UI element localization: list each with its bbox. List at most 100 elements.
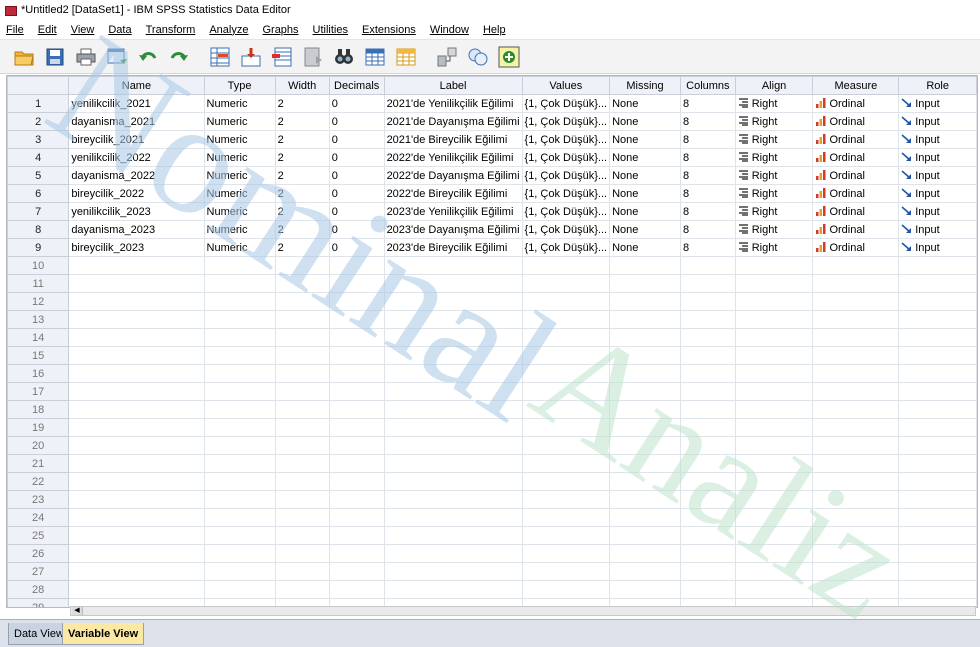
empty-cell[interactable] [609, 274, 681, 293]
cell-label[interactable]: 2023'de Bireycilik Eğilimi [383, 238, 523, 257]
cell-missing[interactable]: None [609, 202, 681, 221]
empty-cell[interactable] [609, 364, 681, 383]
empty-cell[interactable] [383, 580, 523, 599]
empty-cell[interactable] [274, 328, 330, 347]
cell-measure[interactable]: Ordinal [812, 166, 900, 185]
empty-cell[interactable] [203, 256, 276, 275]
cell-label[interactable]: 2023'de Dayanışma Eğilimi [383, 220, 523, 239]
goto-variable-button[interactable] [237, 43, 265, 71]
header-values[interactable]: Values [521, 76, 611, 95]
empty-cell[interactable] [521, 364, 611, 383]
row-number[interactable]: 17 [7, 382, 70, 401]
empty-cell[interactable] [68, 310, 205, 329]
empty-cell[interactable] [679, 580, 736, 599]
menu-analyze[interactable]: Analyze [202, 24, 255, 36]
empty-cell[interactable] [68, 292, 205, 311]
menu-help[interactable]: Help [476, 24, 513, 36]
empty-cell[interactable] [68, 436, 205, 455]
cell-columns[interactable]: 8 [679, 166, 736, 185]
cell-values[interactable]: {1, Çok Düşük}... [521, 238, 611, 257]
cell-measure[interactable]: Ordinal [812, 130, 900, 149]
cell-name[interactable]: dayanisma_2022 [68, 166, 205, 185]
empty-cell[interactable] [679, 328, 736, 347]
empty-cell[interactable] [898, 382, 977, 401]
empty-cell[interactable] [203, 472, 276, 491]
cell-values[interactable]: {1, Çok Düşük}... [521, 184, 611, 203]
header-label[interactable]: Label [383, 76, 523, 95]
empty-cell[interactable] [679, 490, 736, 509]
empty-cell[interactable] [679, 436, 736, 455]
header-role[interactable]: Role [898, 76, 977, 95]
empty-cell[interactable] [734, 454, 814, 473]
cell-decimals[interactable]: 0 [328, 148, 385, 167]
cell-align[interactable]: Right [734, 220, 814, 239]
empty-cell[interactable] [383, 490, 523, 509]
empty-cell[interactable] [328, 562, 385, 581]
cell-measure[interactable]: Ordinal [812, 184, 900, 203]
cell-missing[interactable]: None [609, 94, 681, 113]
cell-role[interactable]: Input [898, 166, 977, 185]
row-number[interactable]: 25 [7, 526, 70, 545]
empty-cell[interactable] [203, 400, 276, 419]
empty-cell[interactable] [734, 346, 814, 365]
cell-name[interactable]: bireycilik_2021 [68, 130, 205, 149]
empty-cell[interactable] [609, 292, 681, 311]
cell-columns[interactable]: 8 [679, 202, 736, 221]
variable-row[interactable]: 8 dayanisma_2023 Numeric 2 0 2023'de Dayanışm… [7, 220, 977, 239]
empty-cell[interactable] [203, 274, 276, 293]
header-align[interactable]: Align [734, 76, 814, 95]
cell-decimals[interactable]: 0 [328, 166, 385, 185]
cell-role[interactable]: Input [898, 94, 977, 113]
header-decimals[interactable]: Decimals [328, 76, 385, 95]
empty-cell[interactable] [68, 364, 205, 383]
cell-decimals[interactable]: 0 [328, 130, 385, 149]
empty-cell[interactable] [812, 580, 900, 599]
empty-cell[interactable] [274, 400, 330, 419]
empty-cell[interactable] [274, 310, 330, 329]
row-number[interactable]: 26 [7, 544, 70, 563]
empty-cell[interactable] [383, 472, 523, 491]
cell-measure[interactable]: Ordinal [812, 220, 900, 239]
empty-cell[interactable] [898, 256, 977, 275]
cell-missing[interactable]: None [609, 238, 681, 257]
cell-width[interactable]: 2 [274, 166, 330, 185]
menu-data[interactable]: Data [101, 24, 138, 36]
empty-cell[interactable] [203, 346, 276, 365]
empty-cell[interactable] [679, 508, 736, 527]
cell-name[interactable]: dayanisma_2023 [68, 220, 205, 239]
cell-role[interactable]: Input [898, 184, 977, 203]
cell-measure[interactable]: Ordinal [812, 202, 900, 221]
cell-missing[interactable]: None [609, 112, 681, 131]
cell-label[interactable]: 2021'de Yenilikçilik Eğilimi [383, 94, 523, 113]
cell-values[interactable]: {1, Çok Düşük}... [521, 166, 611, 185]
empty-cell[interactable] [68, 346, 205, 365]
empty-cell[interactable] [609, 490, 681, 509]
empty-cell[interactable] [679, 382, 736, 401]
header-measure[interactable]: Measure [812, 76, 900, 95]
cell-type[interactable]: Numeric [203, 94, 276, 113]
insert-variable-button[interactable] [392, 43, 420, 71]
cell-width[interactable]: 2 [274, 184, 330, 203]
empty-row[interactable]: 15 [7, 346, 977, 365]
empty-cell[interactable] [521, 418, 611, 437]
cell-width[interactable]: 2 [274, 112, 330, 131]
row-number[interactable]: 20 [7, 436, 70, 455]
empty-cell[interactable] [274, 544, 330, 563]
empty-cell[interactable] [383, 454, 523, 473]
empty-cell[interactable] [203, 562, 276, 581]
cell-align[interactable]: Right [734, 202, 814, 221]
empty-cell[interactable] [203, 544, 276, 563]
dialog-recall-button[interactable] [103, 43, 131, 71]
empty-cell[interactable] [734, 382, 814, 401]
empty-row[interactable]: 17 [7, 382, 977, 401]
empty-cell[interactable] [734, 580, 814, 599]
row-number[interactable]: 10 [7, 256, 70, 275]
row-number[interactable]: 8 [7, 220, 70, 239]
cell-width[interactable]: 2 [274, 238, 330, 257]
empty-cell[interactable] [898, 454, 977, 473]
cell-measure[interactable]: Ordinal [812, 94, 900, 113]
insert-cases-button[interactable] [361, 43, 389, 71]
empty-cell[interactable] [812, 472, 900, 491]
tab-variable-view[interactable]: Variable View [62, 623, 145, 645]
cell-type[interactable]: Numeric [203, 148, 276, 167]
